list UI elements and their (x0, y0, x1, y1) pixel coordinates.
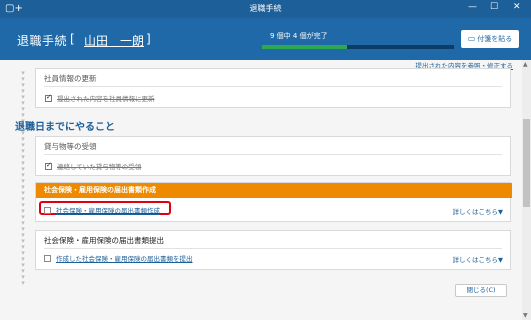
window-title: 退職手続 (249, 4, 282, 13)
task-label: 提出された内容を社員情報に更新 (57, 95, 155, 103)
checkbox-icon[interactable] (44, 255, 51, 262)
sticky-note-icon: ▭ (467, 34, 476, 43)
divider (44, 248, 502, 249)
task-label: 作成した社会保険・雇用保険の届出書類を提出 (56, 255, 193, 263)
employee-name-link[interactable]: 山田 一朗 (84, 32, 144, 49)
task-employee-update[interactable]: 提出された内容を社員情報に更新 (45, 93, 155, 103)
card-insurance-submit: 社会保険・雇用保険の届出書類提出 作成した社会保険・雇用保険の届出書類を提出 詳… (35, 230, 511, 270)
progress-fill (262, 45, 348, 49)
card-title: 社員情報の更新 (44, 74, 97, 83)
window-titlebar: ▢+ 退職手続 — ☐ ✕ (0, 0, 531, 18)
card-insurance-create: 社会保険・雇用保険の届出書類作成 社会保険・雇用保険の届出書類作成 詳しくはこち… (35, 182, 512, 222)
header: 退職手続 [ 山田 一朗 ] 9 個中 4 個が完了 ▭ 付箋を貼る (0, 18, 531, 60)
close-button[interactable]: 閉じる(C) (455, 284, 507, 297)
card-title: 社会保険・雇用保険の届出書類提出 (44, 236, 164, 245)
vertical-scrollbar[interactable]: ▲ ▼ (522, 60, 531, 320)
procedure-title: 退職手続 (17, 34, 68, 48)
close-icon[interactable]: ✕ (513, 2, 521, 12)
divider (44, 86, 502, 87)
minimize-icon[interactable]: — (468, 2, 477, 12)
checkbox-icon[interactable] (44, 207, 51, 214)
scroll-up-icon[interactable]: ▲ (523, 61, 528, 68)
card-items-receipt: 貸与物等の受領 連絡していた貸与物等の受領 (35, 136, 511, 176)
details-link[interactable]: 詳しくはこちら▼ (453, 206, 504, 216)
bracket-close: ] (146, 32, 151, 46)
timeline-rail: ▾ ▾ ▾ ▾ ▾ ▾ ▾ ▾ ▾ ▾ ▾ ▾ ▾ ▾ ▾ ▾ ▾ ▾ ▾ ▾ ▾ ▾ ▾ ▾ ▾ ▾ ▾ ▾ ▾ ▾ ▾ ▾ ▾ ▾ ▾ ▾ (21, 69, 25, 287)
content-area: 提出された内容を参照・修正する ▾ ▾ ▾ ▾ ▾ ▾ ▾ ▾ ▾ ▾ ▾ ▾ ▾ ▾ ▾ ▾ ▾ ▾ ▾ ▾ ▾ ▾ ▾ ▾… (0, 60, 531, 320)
checked-checkbox-icon[interactable] (45, 161, 52, 170)
checked-checkbox-icon[interactable] (45, 93, 52, 102)
task-items-receipt[interactable]: 連絡していた貸与物等の受領 (45, 161, 141, 171)
add-sticky-note-button[interactable]: ▭ 付箋を貼る (461, 30, 519, 48)
task-label: 社会保険・雇用保険の届出書類作成 (56, 207, 160, 215)
maximize-icon[interactable]: ☐ (490, 2, 498, 12)
card-title: 貸与物等の受領 (44, 142, 97, 151)
section-heading: 退職日までにやること (15, 122, 115, 133)
card-title-active: 社会保険・雇用保険の届出書類作成 (36, 183, 512, 198)
details-link[interactable]: 詳しくはこちら▼ (453, 254, 504, 264)
sticky-note-label: 付箋を貼る (477, 35, 513, 43)
bracket-open: [ (70, 32, 75, 46)
card-employee-update: 社員情報の更新 提出された内容を社員情報に更新 (35, 68, 511, 108)
divider (44, 154, 502, 155)
scroll-down-icon[interactable]: ▼ (523, 312, 528, 319)
progress-text: 9 個中 4 個が完了 (270, 32, 328, 40)
progress-bar (262, 45, 454, 49)
task-insurance-create[interactable]: 社会保険・雇用保険の届出書類作成 (44, 205, 160, 215)
scroll-thumb[interactable] (523, 119, 530, 207)
task-label: 連絡していた貸与物等の受領 (57, 163, 142, 171)
task-insurance-submit[interactable]: 作成した社会保険・雇用保険の届出書類を提出 (44, 253, 193, 263)
